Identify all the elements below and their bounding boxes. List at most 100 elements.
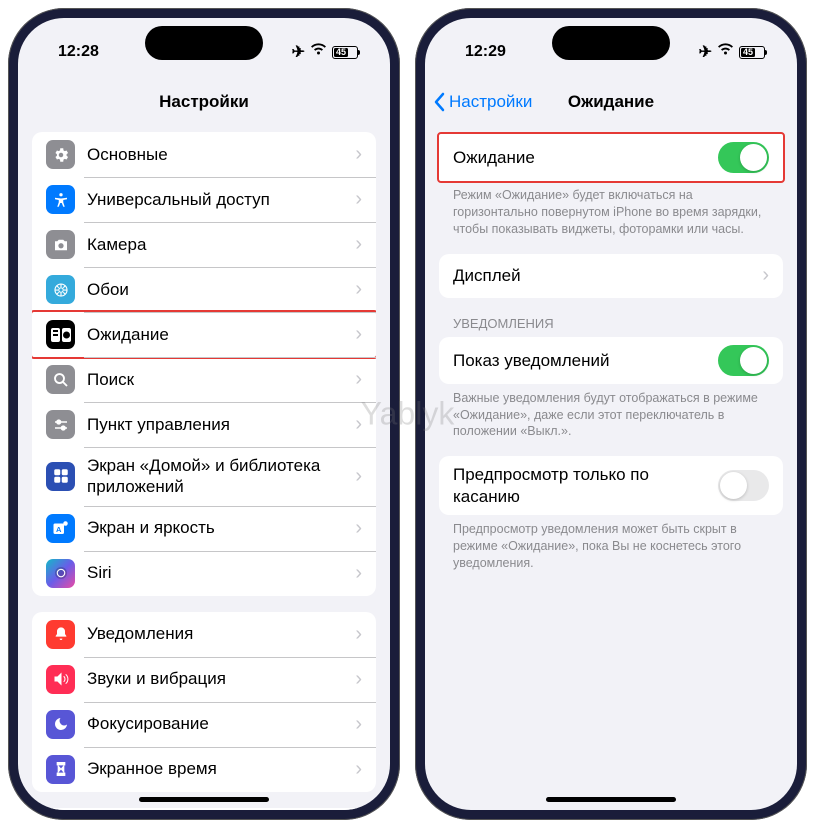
row-show-notifications[interactable]: Показ уведомлений <box>439 337 783 384</box>
siri-icon <box>46 559 75 588</box>
chevron-right-icon: › <box>355 668 362 691</box>
standby-toggle[interactable] <box>718 142 769 173</box>
svg-text:A: A <box>56 525 62 534</box>
settings-content[interactable]: Основные› Универсальный доступ› Камера› … <box>18 124 390 810</box>
settings-group-3: Face ID и код-пароль› SOSЭкстренный вызо… <box>32 808 376 811</box>
chevron-right-icon: › <box>355 758 362 781</box>
row-focus[interactable]: Фокусирование › <box>32 702 376 747</box>
battery-icon: 45 <box>739 46 765 59</box>
page-title: Настройки <box>159 92 249 112</box>
back-button[interactable]: Настройки <box>433 92 532 112</box>
row-sounds[interactable]: Звуки и вибрация › <box>32 657 376 702</box>
row-general[interactable]: Основные › <box>32 132 376 177</box>
row-label: Дисплей <box>453 265 756 286</box>
chevron-right-icon: › <box>355 413 362 436</box>
row-standby-toggle[interactable]: Ожидание <box>439 134 783 181</box>
status-time: 12:29 <box>465 43 506 61</box>
general-icon <box>46 140 75 169</box>
airplane-icon: ✈︎ <box>699 42 712 62</box>
search-icon <box>46 365 75 394</box>
nav-bar: Настройки <box>18 80 390 124</box>
notifications-icon <box>46 620 75 649</box>
row-label: Ожидание <box>87 324 349 345</box>
row-preview-touch[interactable]: Предпросмотр только по касанию <box>439 456 783 515</box>
preview-touch-toggle[interactable] <box>718 470 769 501</box>
home-indicator[interactable] <box>546 797 676 802</box>
row-label: Пункт управления <box>87 414 349 435</box>
row-camera[interactable]: Камера › <box>32 222 376 267</box>
row-homescreen[interactable]: Экран «Домой» и библиотека приложений › <box>32 447 376 506</box>
chevron-right-icon: › <box>355 517 362 540</box>
row-search[interactable]: Поиск › <box>32 357 376 402</box>
show-notif-footer: Важные уведомления будут отображаться в … <box>439 384 783 441</box>
row-accessibility[interactable]: Универсальный доступ › <box>32 177 376 222</box>
row-label: Поиск <box>87 369 349 390</box>
chevron-right-icon: › <box>355 623 362 646</box>
chevron-right-icon: › <box>355 562 362 585</box>
row-label: Предпросмотр только по касанию <box>453 464 718 507</box>
screentime-icon <box>46 755 75 784</box>
wifi-icon <box>717 43 734 61</box>
standby-content[interactable]: Ожидание Режим «Ожидание» будет включать… <box>425 124 797 810</box>
row-faceid[interactable]: Face ID и код-пароль› <box>32 808 376 811</box>
phone-left: 12:28 ✈︎ 45 Настройки Основные › Универса… <box>8 8 400 820</box>
row-label: Уведомления <box>87 623 349 644</box>
screen-left: 12:28 ✈︎ 45 Настройки Основные › Универса… <box>18 18 390 810</box>
chevron-right-icon: › <box>355 713 362 736</box>
page-title: Ожидание <box>568 92 654 112</box>
row-standby[interactable]: Ожидание› <box>32 310 376 359</box>
row-label: Siri <box>87 562 349 583</box>
row-screentime[interactable]: Экранное время › <box>32 747 376 792</box>
row-label: Звуки и вибрация <box>87 668 349 689</box>
chevron-right-icon: › <box>355 233 362 256</box>
camera-icon <box>46 230 75 259</box>
row-display[interactable]: A Экран и яркость › <box>32 506 376 551</box>
chevron-right-icon: › <box>355 143 362 166</box>
row-label: Универсальный доступ <box>87 189 349 210</box>
chevron-right-icon: › <box>355 368 362 391</box>
standby-footer: Режим «Ожидание» будет включаться на гор… <box>439 181 783 238</box>
settings-group-1: Основные› Универсальный доступ› Камера› … <box>32 132 376 596</box>
row-label: Ожидание <box>453 147 718 168</box>
row-wallpaper[interactable]: Обои › <box>32 267 376 312</box>
notifications-header: УВЕДОМЛЕНИЯ <box>439 298 783 337</box>
standby-icon <box>46 320 75 349</box>
row-label: Основные <box>87 144 349 165</box>
row-siri[interactable]: Siri › <box>32 551 376 596</box>
chevron-right-icon: › <box>355 465 362 488</box>
airplane-icon: ✈︎ <box>292 42 305 62</box>
row-label: Экранное время <box>87 758 349 779</box>
row-label: Камера <box>87 234 349 255</box>
home-indicator[interactable] <box>139 797 269 802</box>
row-notifications[interactable]: Уведомления › <box>32 612 376 657</box>
focus-icon <box>46 710 75 739</box>
row-label: Фокусирование <box>87 713 349 734</box>
battery-icon: 45 <box>332 46 358 59</box>
accessibility-icon <box>46 185 75 214</box>
controlcenter-icon <box>46 410 75 439</box>
screen-right: 12:29 ✈︎ 45 Настройки Ожидание Ожидание … <box>425 18 797 810</box>
wifi-icon <box>310 43 327 61</box>
show-notifications-toggle[interactable] <box>718 345 769 376</box>
row-label: Экран и яркость <box>87 517 349 538</box>
status-time: 12:28 <box>58 43 99 61</box>
phone-right: 12:29 ✈︎ 45 Настройки Ожидание Ожидание … <box>415 8 807 820</box>
chevron-right-icon: › <box>355 278 362 301</box>
settings-group-2: Уведомления › Звуки и вибрация › Фокусиров… <box>32 612 376 792</box>
display-group: Дисплей › <box>439 254 783 298</box>
standby-toggle-group: Ожидание <box>437 132 785 183</box>
preview-footer: Предпросмотр уведомления может быть скры… <box>439 515 783 572</box>
row-controlcenter[interactable]: Пункт управления › <box>32 402 376 447</box>
back-label: Настройки <box>449 92 532 112</box>
chevron-right-icon: › <box>355 188 362 211</box>
row-label: Экран «Домой» и библиотека приложений <box>87 455 349 498</box>
row-label: Обои <box>87 279 349 300</box>
homescreen-icon <box>46 462 75 491</box>
status-icons: ✈︎ 45 <box>292 42 358 62</box>
chevron-right-icon: › <box>762 264 769 287</box>
row-standby-display[interactable]: Дисплей › <box>439 254 783 298</box>
dynamic-island <box>145 26 263 60</box>
nav-bar: Настройки Ожидание <box>425 80 797 124</box>
dynamic-island <box>552 26 670 60</box>
wallpaper-icon <box>46 275 75 304</box>
